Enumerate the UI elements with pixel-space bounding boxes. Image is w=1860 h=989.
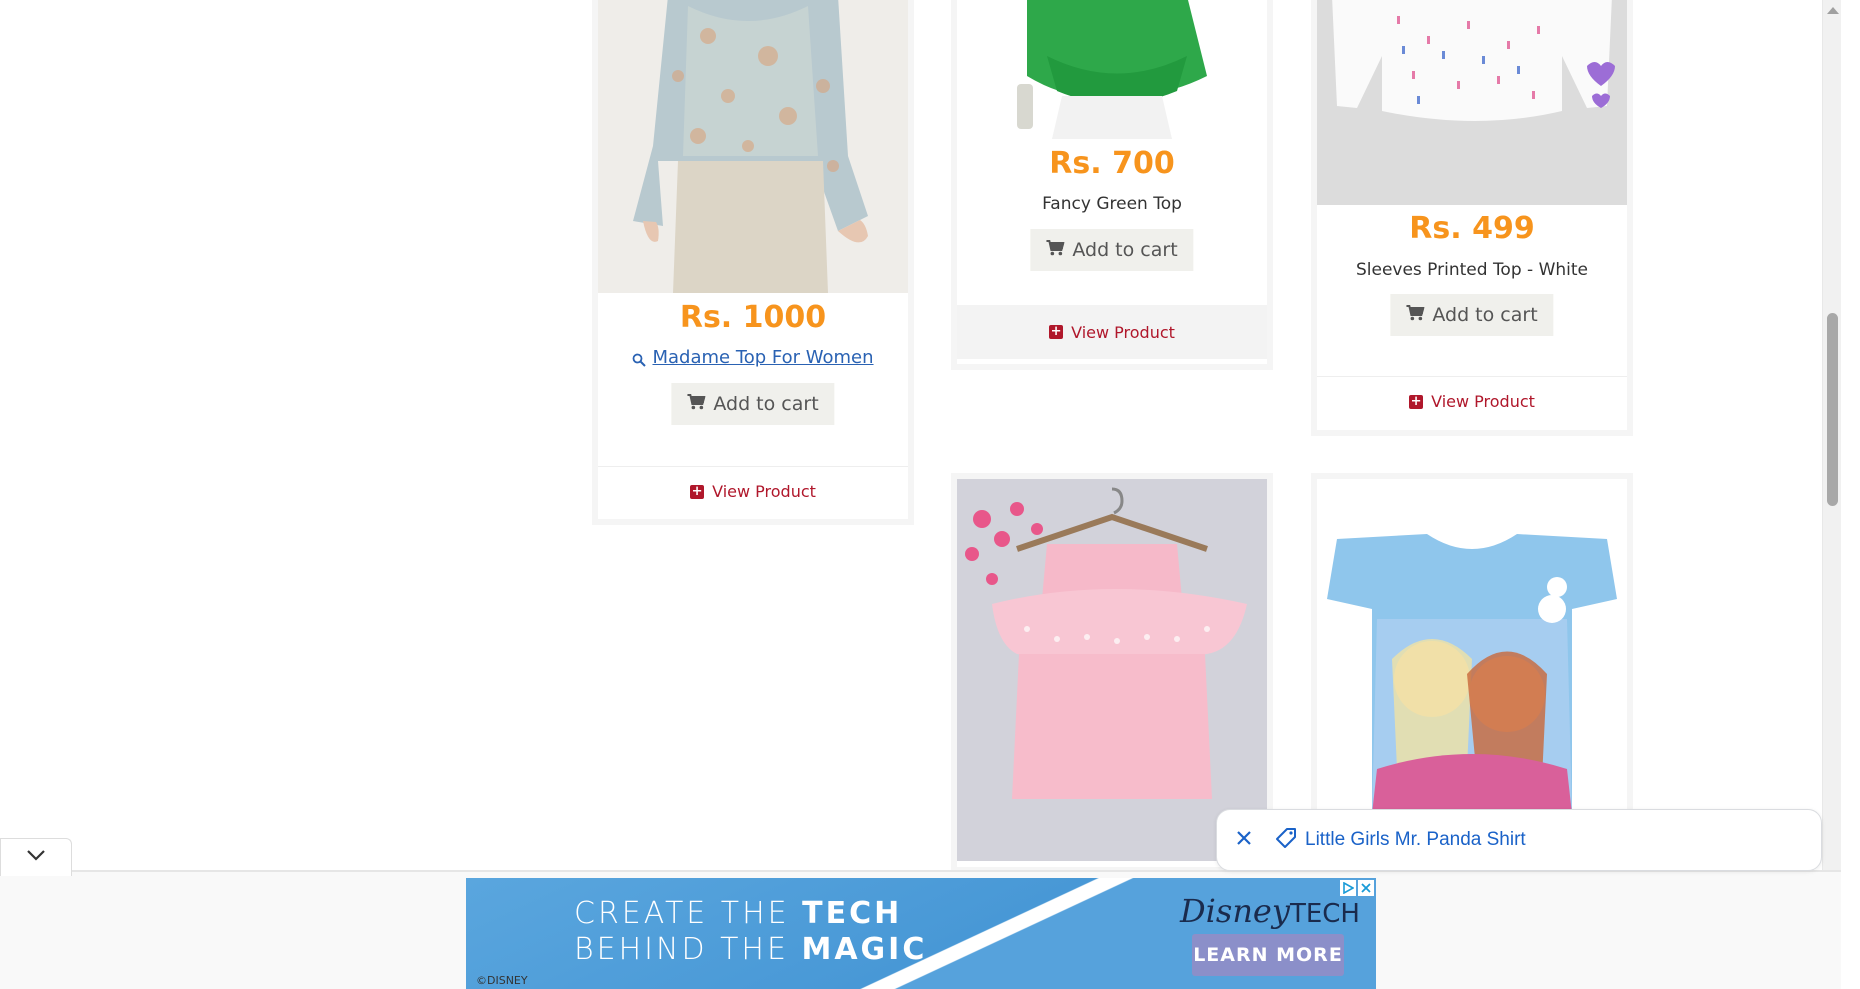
view-product-link[interactable]: + View Product	[1317, 376, 1627, 426]
add-to-cart-button[interactable]: Add to cart	[1390, 294, 1554, 336]
fancy-green-top-photo	[957, 0, 1267, 139]
disney-tech-logo: DisneyTECH	[1180, 892, 1360, 930]
product-name-link[interactable]: Madame Top For Women	[598, 347, 908, 368]
view-product-link[interactable]: + View Product	[957, 305, 1267, 359]
scroll-up-arrow-icon[interactable]	[1827, 7, 1839, 14]
collapse-ad-button[interactable]	[0, 838, 72, 876]
cart-icon	[1046, 239, 1065, 261]
product-suggestion-chip[interactable]: Little Girls Mr. Panda Shirt	[1216, 809, 1822, 871]
pink-top-photo	[957, 479, 1267, 861]
add-to-cart-button[interactable]: Add to cart	[1030, 229, 1194, 271]
ad-headline-line2: BEHIND THE MAGIC	[574, 932, 927, 967]
product-image-frozen-top[interactable]	[1317, 479, 1627, 861]
ad-line2-bold: MAGIC	[801, 932, 928, 967]
view-product-link[interactable]: + View Product	[598, 466, 908, 516]
logo-tech: TECH	[1289, 899, 1360, 929]
product-card-fancy-green-top: Rs. 700 Fancy Green Top Add to cart + Vi…	[951, 0, 1273, 370]
product-image-madame-top[interactable]	[598, 0, 908, 293]
add-to-cart-label: Add to cart	[1072, 239, 1178, 261]
sleeves-printed-top-photo	[1317, 0, 1627, 205]
search-icon	[632, 351, 647, 367]
tag-icon	[1275, 827, 1297, 854]
plus-square-icon: +	[690, 483, 705, 499]
product-card-madame-top: Rs. 1000 Madame Top For Women Add to car…	[592, 0, 914, 525]
product-card-sleeves-printed-top: Rs. 499 Sleeves Printed Top - White Add …	[1311, 0, 1633, 436]
product-name: Madame Top For Women	[652, 347, 874, 368]
chevron-down-icon	[25, 848, 47, 867]
product-image-fancy-green-top[interactable]	[957, 0, 1267, 139]
cart-icon	[1406, 304, 1425, 326]
close-icon[interactable]	[1235, 829, 1253, 852]
view-product-label: View Product	[712, 482, 816, 501]
ad-controls	[1340, 880, 1374, 896]
page-viewport: Rs. 1000 Madame Top For Women Add to car…	[0, 0, 1841, 989]
view-product-label: View Product	[1071, 322, 1175, 342]
suggestion-text: Little Girls Mr. Panda Shirt	[1305, 829, 1526, 850]
learn-more-button[interactable]: LEARN MORE	[1192, 934, 1344, 976]
disney-tech-ad[interactable]: CREATE THE TECH BEHIND THE MAGIC DisneyT…	[466, 878, 1376, 989]
view-product-label: View Product	[1431, 392, 1535, 411]
ad-line1-bold: TECH	[802, 896, 903, 931]
close-ad-icon[interactable]	[1358, 880, 1374, 896]
logo-disney: Disney	[1180, 892, 1290, 930]
vertical-scrollbar[interactable]	[1822, 0, 1841, 989]
ad-copyright: ©DISNEY	[476, 974, 528, 987]
product-price: Rs. 700	[1049, 146, 1175, 181]
ad-line2-light: BEHIND THE	[574, 932, 802, 967]
ad-line1-light: CREATE THE	[574, 896, 803, 931]
product-name: Sleeves Printed Top - White	[1355, 260, 1589, 280]
madame-top-photo	[598, 0, 908, 293]
product-image-sleeves-printed-top[interactable]	[1317, 0, 1627, 205]
scroll-thumb[interactable]	[1827, 313, 1838, 506]
plus-square-icon: +	[1409, 393, 1424, 409]
add-to-cart-label: Add to cart	[1432, 304, 1538, 326]
product-price: Rs. 499	[1409, 211, 1535, 246]
product-image-pink-top[interactable]	[957, 479, 1267, 861]
plus-square-icon: +	[1049, 324, 1064, 339]
add-to-cart-button[interactable]: Add to cart	[671, 383, 835, 425]
ad-headline-line1: CREATE THE TECH	[574, 896, 902, 931]
product-price: Rs. 1000	[679, 300, 827, 335]
frozen-top-photo	[1317, 479, 1627, 861]
add-to-cart-label: Add to cart	[713, 393, 819, 415]
product-name: Fancy Green Top	[1042, 194, 1182, 214]
cart-icon	[687, 393, 706, 415]
adchoices-icon[interactable]	[1340, 880, 1356, 896]
